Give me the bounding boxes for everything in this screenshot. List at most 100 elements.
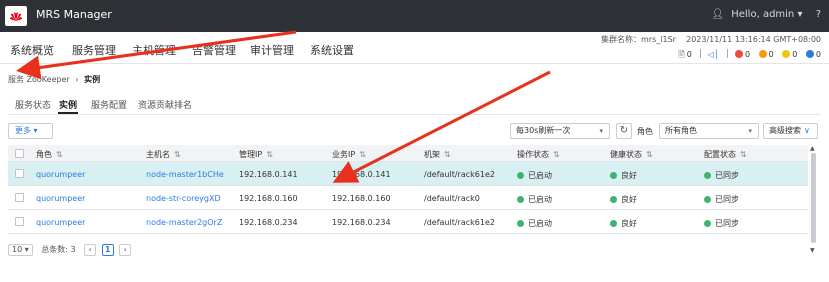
- nav-item-overview[interactable]: 系统概览: [10, 42, 54, 58]
- table-scrollbar[interactable]: ▲ ▼: [810, 145, 817, 255]
- major-alert[interactable]: 0: [758, 50, 774, 59]
- nav-item-hosts[interactable]: 主机管理: [132, 42, 176, 58]
- chevron-down-icon: ▾: [33, 126, 38, 135]
- warning-alert[interactable]: 0: [805, 50, 821, 59]
- col-role[interactable]: 角色 ⇅: [36, 149, 63, 160]
- col-rack[interactable]: 机架 ⇅: [424, 149, 451, 160]
- table-row[interactable]: quorumpeer node-master2gOrZ 192.168.0.23…: [8, 210, 808, 234]
- check-circle-icon: [517, 220, 524, 227]
- sort-icon[interactable]: ⇅: [359, 150, 366, 159]
- config-status: 已同步: [704, 218, 739, 229]
- nav-item-settings[interactable]: 系统设置: [310, 42, 354, 58]
- row-checkbox[interactable]: [15, 169, 24, 178]
- col-op-status[interactable]: 操作状态 ⇅: [517, 149, 560, 160]
- critical-alert-icon: [734, 50, 743, 58]
- nav-item-services[interactable]: 服务管理: [72, 42, 116, 58]
- refresh-button[interactable]: ↻: [616, 123, 632, 139]
- tab-resource-ranking[interactable]: 资源贡献排名: [138, 98, 192, 111]
- sort-icon[interactable]: ⇅: [444, 150, 451, 159]
- op-status: 已启动: [517, 170, 552, 181]
- host-link[interactable]: node-master2gOrZ: [146, 218, 222, 227]
- tab-instances[interactable]: 实例: [59, 98, 77, 111]
- chevron-down-icon: ▾: [748, 127, 752, 135]
- scroll-thumb[interactable]: [811, 153, 816, 243]
- col-mgmt-ip[interactable]: 管理IP ⇅: [239, 149, 273, 160]
- help-icon[interactable]: ?: [816, 9, 821, 20]
- rack: /default/rack0: [424, 194, 480, 203]
- table-header: 角色 ⇅ 主机名 ⇅ 管理IP ⇅ 业务IP ⇅ 机架 ⇅ 操作状态 ⇅ 健康状态 ⇅ 配置状…: [8, 145, 808, 162]
- chevron-down-icon[interactable]: ▾: [797, 9, 802, 20]
- col-health-status[interactable]: 健康状态 ⇅: [610, 149, 653, 160]
- refresh-interval-select[interactable]: 每30s刷新一次 ▾: [510, 123, 610, 139]
- check-circle-icon: [704, 220, 711, 227]
- op-status: 已启动: [517, 194, 552, 205]
- row-checkbox[interactable]: [15, 217, 24, 226]
- role-filter-label: 角色: [637, 127, 653, 136]
- cluster-name: mrs_l1Sr: [641, 35, 676, 44]
- sort-icon[interactable]: ⇅: [646, 150, 653, 159]
- cluster-datetime: 2023/11/11 13:16:14 GMT+08:00: [686, 35, 821, 44]
- biz-ip: 192.168.0.160: [332, 194, 391, 203]
- scroll-down-arrow-icon[interactable]: ▼: [810, 247, 815, 254]
- health-status: 良好: [610, 170, 637, 181]
- cluster-info: 集群名称：mrs_l1Sr 2023/11/11 13:16:14 GMT+08…: [601, 34, 821, 45]
- check-circle-icon: [704, 196, 711, 203]
- health-status: 良好: [610, 194, 637, 205]
- mgmt-ip: 192.168.0.234: [239, 218, 298, 227]
- check-circle-icon: [610, 172, 617, 179]
- nav-item-audit[interactable]: 审计管理: [250, 42, 294, 58]
- role-filter-select[interactable]: 所有角色 ▾: [659, 123, 759, 139]
- warning-alert-icon: [805, 50, 814, 58]
- more-actions-button[interactable]: 更多 ▾: [8, 123, 53, 139]
- host-link[interactable]: node-master1bCHe: [146, 170, 224, 179]
- nav-item-alarms[interactable]: 告警管理: [192, 42, 236, 58]
- next-page-button[interactable]: ›: [119, 244, 132, 256]
- huawei-logo-icon: [5, 6, 27, 26]
- row-checkbox[interactable]: [15, 193, 24, 202]
- config-status: 已同步: [704, 170, 739, 181]
- tab-service-config[interactable]: 服务配置: [91, 98, 127, 111]
- mgmt-ip: 192.168.0.160: [239, 194, 298, 203]
- check-circle-icon: [610, 196, 617, 203]
- select-all-checkbox[interactable]: [15, 149, 24, 158]
- sort-icon[interactable]: ⇅: [553, 150, 560, 159]
- minor-alert[interactable]: 0: [782, 50, 797, 59]
- role-link[interactable]: quorumpeer: [36, 194, 85, 203]
- divider: [700, 49, 702, 58]
- role-link[interactable]: quorumpeer: [36, 170, 85, 179]
- table-row[interactable]: quorumpeer node-master1bCHe 192.168.0.14…: [8, 162, 808, 186]
- sort-icon[interactable]: ⇅: [174, 150, 181, 159]
- minor-alert-icon: [782, 50, 791, 58]
- tab-service-status[interactable]: 服务状态: [15, 98, 51, 111]
- nav-divider: [0, 63, 829, 64]
- sort-icon[interactable]: ⇅: [266, 150, 273, 159]
- host-link[interactable]: node-str-coreygXD: [146, 194, 221, 203]
- biz-ip: 192.168.0.234: [332, 218, 391, 227]
- scroll-up-arrow-icon[interactable]: ▲: [810, 145, 815, 152]
- sort-icon[interactable]: ⇅: [740, 150, 747, 159]
- total-count: 总条数: 3: [41, 245, 76, 254]
- role-link[interactable]: quorumpeer: [36, 218, 85, 227]
- app-title: MRS Manager: [36, 8, 112, 21]
- page-size-select[interactable]: 10 ▾: [8, 244, 33, 256]
- task-icon[interactable]: 🖹︎: [678, 50, 684, 59]
- table-row[interactable]: quorumpeer node-str-coreygXD 192.168.0.1…: [8, 186, 808, 210]
- notification-icon[interactable]: ◁│: [708, 50, 719, 59]
- critical-alert[interactable]: 0: [734, 50, 750, 59]
- breadcrumb-service[interactable]: 服务 ZooKeeper: [8, 75, 70, 84]
- sort-icon[interactable]: ⇅: [56, 150, 63, 159]
- page-number-button[interactable]: 1: [101, 244, 114, 256]
- col-config-status[interactable]: 配置状态 ⇅: [704, 149, 747, 160]
- top-bar: MRS Manager 👤︎ Hello, admin ▾ ?: [0, 0, 829, 32]
- alert-summary[interactable]: 🖹︎ 0 ◁│ 0 0 0 0: [678, 49, 821, 63]
- advanced-search-button[interactable]: 高级搜索 ∨: [763, 123, 818, 139]
- prev-page-button[interactable]: ‹: [84, 244, 97, 256]
- mrs-manager-page: MRS Manager 👤︎ Hello, admin ▾ ? 系统概览 服务管…: [0, 0, 829, 282]
- user-menu[interactable]: 👤︎ Hello, admin ▾ ?: [711, 9, 821, 20]
- mgmt-ip: 192.168.0.141: [239, 170, 298, 179]
- user-greeting[interactable]: Hello, admin: [731, 9, 794, 20]
- check-circle-icon: [517, 196, 524, 203]
- divider: [727, 49, 729, 58]
- col-biz-ip[interactable]: 业务IP ⇅: [332, 149, 366, 160]
- col-host[interactable]: 主机名 ⇅: [146, 149, 181, 160]
